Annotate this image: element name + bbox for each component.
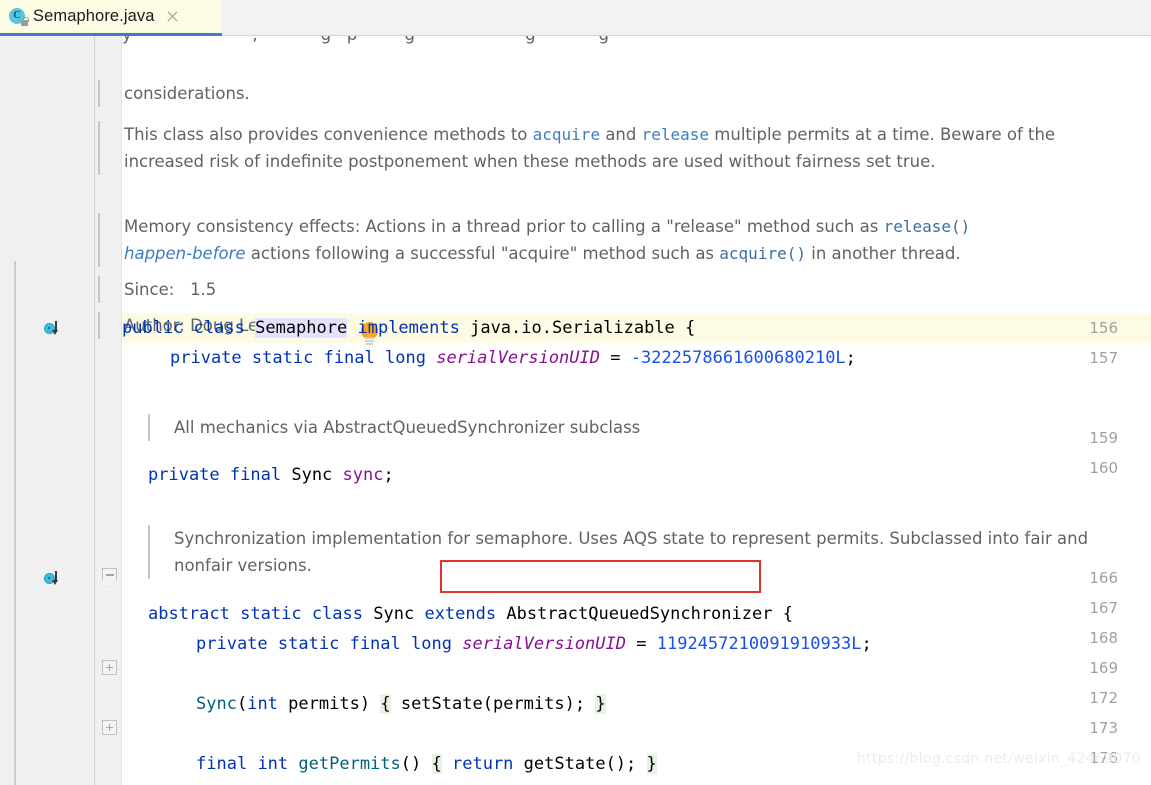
close-icon[interactable] <box>165 9 180 24</box>
constructor-sync[interactable]: Sync <box>196 694 237 714</box>
inline-doc-sync-field: All mechanics via AbstractQueuedSynchron… <box>148 414 1048 441</box>
paren-open: ( <box>236 694 248 714</box>
keyword-final: final <box>196 754 248 774</box>
keyword-static: static <box>251 348 314 368</box>
semicolon: ; <box>845 348 856 368</box>
field-serial-version-uid[interactable]: serialVersionUID <box>462 634 626 654</box>
superclass-abstract-queued-synchronizer[interactable]: AbstractQueuedSynchronizer <box>506 604 772 624</box>
keyword-class: class <box>193 318 245 338</box>
code-line-173[interactable]: final int getPermits() { return getState… <box>196 749 657 779</box>
keyword-private: private <box>196 634 268 654</box>
literal-serial-value: -3222578661600680210L <box>630 348 846 368</box>
type-sync[interactable]: Sync <box>291 465 332 485</box>
fold-expand-icon[interactable] <box>102 720 117 735</box>
equals-operator: = <box>610 348 621 368</box>
keyword-implements: implements <box>357 318 460 338</box>
code-line-157[interactable]: private static final long serialVersionU… <box>170 343 856 373</box>
code-line-159[interactable]: private final Sync sync; <box>148 460 394 490</box>
class-name-sync[interactable]: Sync <box>373 604 414 624</box>
close-brace: } <box>646 754 657 774</box>
editor-tab-bar: C Semaphore.java <box>0 0 1151 36</box>
equals-operator: = <box>636 634 647 654</box>
keyword-class: class <box>311 604 363 624</box>
inline-doc-text: All mechanics via AbstractQueuedSynchron… <box>174 418 641 437</box>
open-brace: { <box>782 604 793 624</box>
semicolon: ; <box>861 634 872 654</box>
keyword-int: int <box>247 694 278 714</box>
semicolon: ; <box>383 465 394 485</box>
call-args: (); <box>605 754 637 774</box>
implemented-method-icon[interactable] <box>44 313 66 343</box>
open-brace: { <box>685 318 696 338</box>
fold-expand-icon[interactable] <box>102 660 117 675</box>
keyword-final: final <box>323 348 375 368</box>
code-content[interactable]: public class Semaphore implements java.i… <box>122 36 1151 785</box>
keyword-extends: extends <box>424 604 497 624</box>
open-brace: { <box>431 754 442 774</box>
tab-semaphore-java[interactable]: C Semaphore.java <box>0 0 222 36</box>
lock-icon <box>21 17 29 26</box>
keyword-long: long <box>385 348 426 368</box>
code-line-156[interactable]: public class Semaphore implements java.i… <box>122 313 695 343</box>
keyword-int: int <box>257 754 289 774</box>
paren-close: ) <box>359 694 371 714</box>
watermark-text: https://blog.csdn.net/weixin_42469070 <box>856 751 1141 767</box>
literal-serial-value: 1192457210091910933L <box>656 634 862 654</box>
field-sync[interactable]: sync <box>343 465 384 485</box>
keyword-static: static <box>240 604 302 624</box>
keyword-private: private <box>148 465 220 485</box>
field-serial-version-uid[interactable]: serialVersionUID <box>436 348 600 368</box>
close-brace: } <box>595 694 606 714</box>
parens: () <box>400 754 422 774</box>
fold-region-line <box>14 261 16 785</box>
keyword-abstract: abstract <box>148 604 230 624</box>
method-get-permits[interactable]: getPermits <box>298 754 400 774</box>
keyword-static: static <box>277 634 340 654</box>
keyword-long: long <box>411 634 452 654</box>
param-permits: permits <box>288 694 360 714</box>
open-brace: { <box>380 694 391 714</box>
inline-doc-sync-class: Synchronization implementation for semap… <box>148 525 1098 579</box>
keyword-final: final <box>349 634 401 654</box>
keyword-return: return <box>452 754 514 774</box>
java-class-icon: C <box>9 8 29 26</box>
keyword-private: private <box>170 348 242 368</box>
tab-label: Semaphore.java <box>33 7 155 25</box>
code-line-166[interactable]: abstract static class Sync extends Abstr… <box>148 599 793 629</box>
keyword-public: public <box>122 318 184 338</box>
keyword-final: final <box>229 465 282 485</box>
code-line-167[interactable]: private static final long serialVersionU… <box>196 629 872 659</box>
implemented-method-icon[interactable] <box>44 563 66 593</box>
class-name-semaphore[interactable]: Semaphore <box>255 318 348 338</box>
call-args: (permits); <box>482 694 586 714</box>
inline-doc-text: Synchronization implementation for semap… <box>174 529 1089 575</box>
code-line-169[interactable]: Sync(int permits) { setState(permits); } <box>196 689 606 719</box>
call-get-state[interactable]: getState <box>524 754 606 774</box>
type-serializable[interactable]: java.io.Serializable <box>470 318 675 338</box>
code-editor[interactable]: 156 157 159 160 166 167 168 169 172 173 … <box>0 36 1151 785</box>
call-set-state[interactable]: setState <box>401 694 483 714</box>
